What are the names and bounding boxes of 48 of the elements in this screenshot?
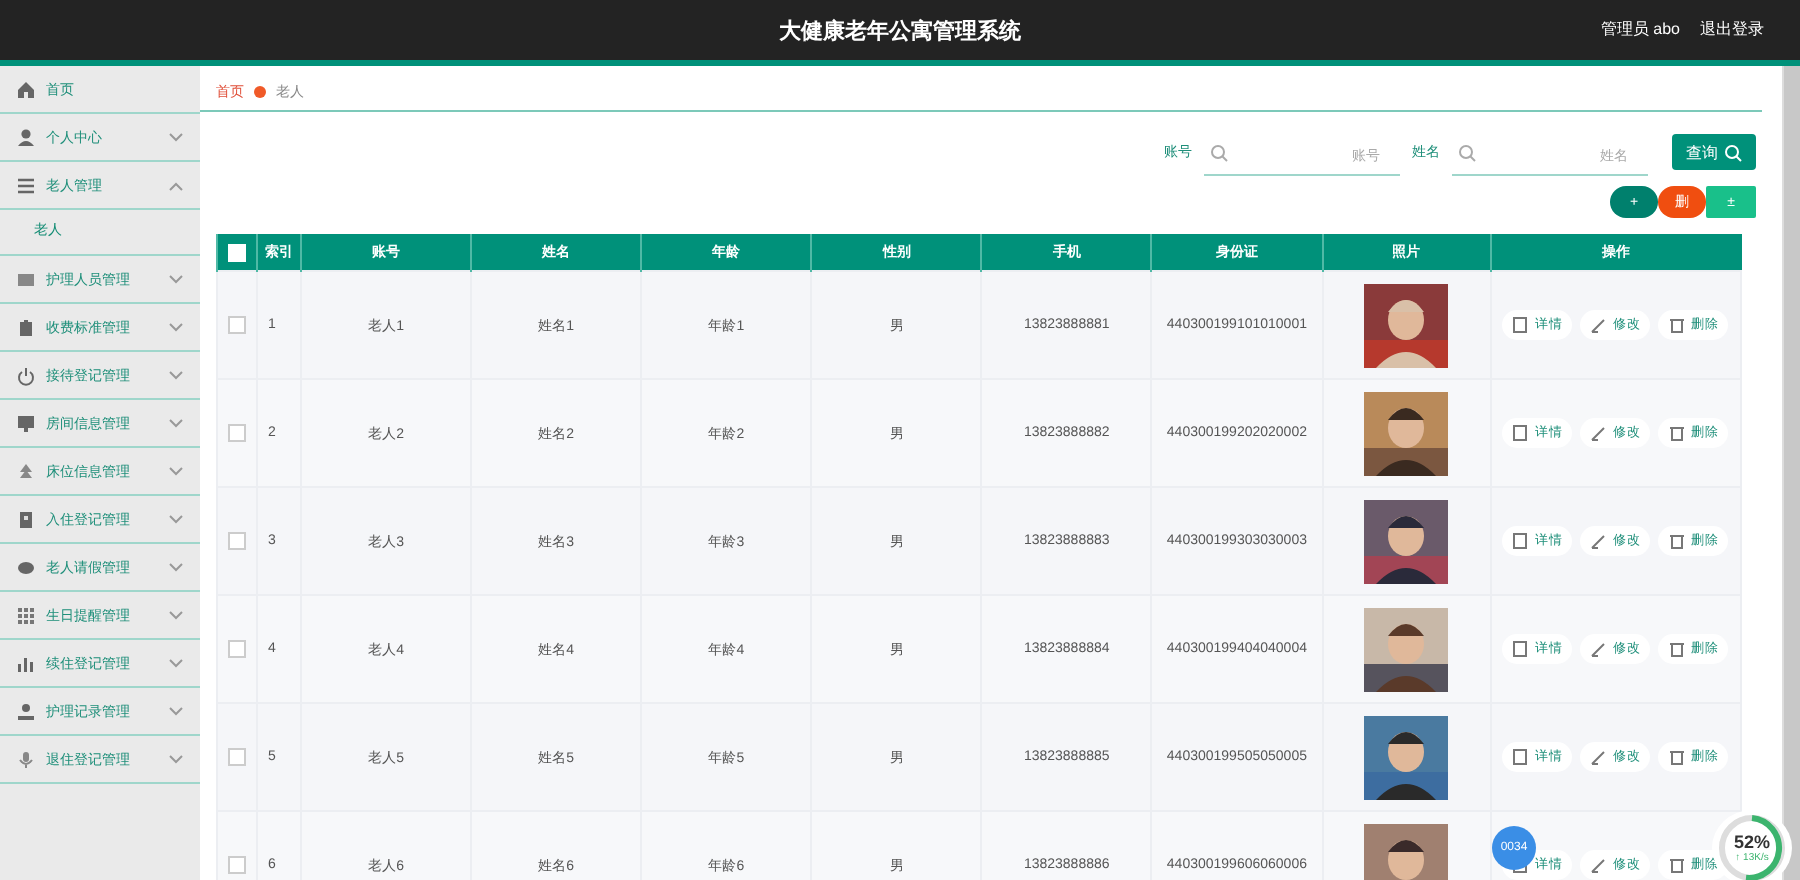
- trash-icon: [1668, 640, 1687, 658]
- user-icon: [16, 127, 36, 147]
- row-checkbox[interactable]: [228, 748, 246, 766]
- home-icon: [16, 79, 36, 99]
- trash-icon: [1668, 856, 1687, 874]
- pencil-icon: [1590, 640, 1609, 658]
- trash-icon: [1668, 532, 1687, 550]
- pencil-icon: [1590, 532, 1609, 550]
- dot-icon: [254, 86, 266, 98]
- pencil-icon: [1590, 424, 1609, 442]
- row-checkbox[interactable]: [228, 316, 246, 334]
- trash-icon: [1668, 748, 1687, 766]
- search-button[interactable]: 查询: [1672, 134, 1756, 170]
- card-icon: [16, 269, 36, 289]
- select-all-checkbox[interactable]: [228, 243, 246, 261]
- pencil-icon: [1590, 748, 1609, 766]
- person-icon: [16, 701, 36, 721]
- message-icon: [16, 557, 36, 577]
- search-icon: [1724, 143, 1742, 161]
- user-label: 管理员 abo: [1600, 18, 1680, 40]
- row-checkbox[interactable]: [228, 424, 246, 442]
- search-icon: [1458, 144, 1476, 162]
- trash-icon: [1668, 316, 1687, 334]
- clipboard-icon: [16, 317, 36, 337]
- search-icon: [1210, 144, 1228, 162]
- app-title: 大健康老年公寓管理系统: [779, 17, 1021, 45]
- row-checkbox[interactable]: [228, 640, 246, 658]
- building-icon: [16, 509, 36, 529]
- doc-icon: [1512, 532, 1531, 550]
- tree-icon: [16, 461, 36, 481]
- power-icon: [16, 365, 36, 385]
- pencil-icon: [1590, 856, 1609, 874]
- pencil-icon: [1590, 316, 1609, 334]
- bar-chart-icon: [16, 653, 36, 673]
- grid-icon: [16, 605, 36, 625]
- trash-icon: [1668, 424, 1687, 442]
- scrollbar[interactable]: [1782, 66, 1800, 880]
- doc-icon: [1512, 316, 1531, 334]
- doc-icon: [1512, 424, 1531, 442]
- row-checkbox[interactable]: [228, 532, 246, 550]
- monitor-icon: [16, 413, 36, 433]
- logout-link[interactable]: 退出登录: [1700, 18, 1764, 40]
- microphone-icon: [16, 749, 36, 769]
- doc-icon: [1512, 640, 1531, 658]
- row-checkbox[interactable]: [228, 856, 246, 874]
- menu-icon: [16, 175, 36, 195]
- doc-icon: [1512, 748, 1531, 766]
- percent-label: 52%: [1733, 832, 1770, 852]
